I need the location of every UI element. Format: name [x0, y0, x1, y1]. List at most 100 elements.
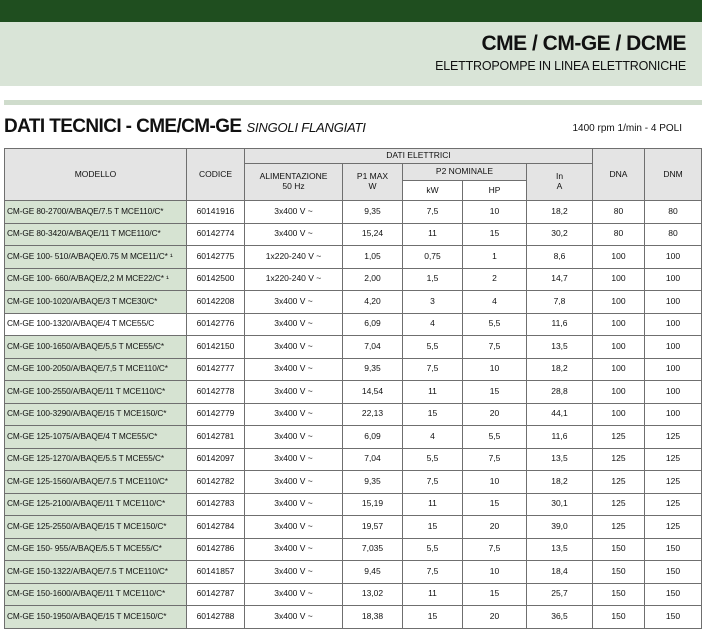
kw-cell: 7,5: [402, 357, 463, 381]
current-cell: 30,2: [526, 222, 593, 246]
kw-cell: 1,5: [402, 267, 463, 291]
p1-cell: 14,54: [342, 380, 403, 404]
hp-cell: 7,5: [462, 335, 527, 359]
dna-cell: 125: [592, 470, 645, 494]
current-cell: 25,7: [526, 582, 593, 606]
kw-cell: 15: [402, 605, 463, 629]
header-electrical-data: DATI ELETTRICI: [244, 148, 593, 164]
p1-cell: 22,13: [342, 402, 403, 426]
current-cell: 36,5: [526, 605, 593, 629]
kw-cell: 5,5: [402, 537, 463, 561]
p1-cell: 7,04: [342, 335, 403, 359]
code-cell: 60142779: [186, 402, 245, 426]
current-cell: 13,5: [526, 447, 593, 471]
p1-cell: 1,05: [342, 245, 403, 269]
header-supply: ALIMENTAZIONE 50 Hz: [244, 163, 343, 201]
header-dna: DNA: [592, 148, 645, 201]
header-p1: P1 MAX W: [342, 163, 403, 201]
dnm-cell: 150: [644, 582, 702, 606]
table-row: CM-GE 150-1950/A/BAQE/15 T MCE150/C* 6014…: [4, 605, 702, 629]
header-in-unit: A: [556, 181, 563, 191]
model-cell: CM-GE 100-1320/A/BAQE/4 T MCE55/C: [4, 312, 187, 336]
dnm-cell: 125: [644, 492, 702, 516]
section-divider: [4, 100, 702, 105]
hp-cell: 10: [462, 560, 527, 584]
dnm-cell: 100: [644, 402, 702, 426]
code-cell: 60142787: [186, 582, 245, 606]
dna-cell: 150: [592, 605, 645, 629]
current-cell: 11,6: [526, 425, 593, 449]
supply-cell: 3x400 V ~: [244, 515, 343, 539]
model-cell: CM-GE 125-1075/A/BAQE/4 T MCE55/C*: [4, 425, 187, 449]
model-cell: CM-GE 100-3290/A/BAQE/15 T MCE150/C*: [4, 402, 187, 426]
hp-cell: 15: [462, 492, 527, 516]
dnm-cell: 100: [644, 357, 702, 381]
model-cell: CM-GE 125-1270/A/BAQE/5.5 T MCE55/C*: [4, 447, 187, 471]
table-row: CM-GE 125-2100/A/BAQE/11 T MCE110/C* 6014…: [4, 492, 702, 516]
model-cell: CM-GE 100-2550/A/BAQE/11 T MCE110/C*: [4, 380, 187, 404]
code-cell: 60142774: [186, 222, 245, 246]
model-cell: CM-GE 100-1650/A/BAQE/5,5 T MCE55/C*: [4, 335, 187, 359]
supply-cell: 3x400 V ~: [244, 380, 343, 404]
code-cell: 60141857: [186, 560, 245, 584]
dnm-cell: 125: [644, 447, 702, 471]
dnm-cell: 100: [644, 245, 702, 269]
current-cell: 44,1: [526, 402, 593, 426]
p1-cell: 9,35: [342, 357, 403, 381]
dnm-cell: 125: [644, 515, 702, 539]
supply-cell: 3x400 V ~: [244, 425, 343, 449]
current-cell: 11,6: [526, 312, 593, 336]
supply-cell: 3x400 V ~: [244, 537, 343, 561]
model-cell: CM-GE 150-1950/A/BAQE/15 T MCE150/C*: [4, 605, 187, 629]
code-cell: 60142150: [186, 335, 245, 359]
dnm-cell: 80: [644, 200, 702, 224]
code-cell: 60141916: [186, 200, 245, 224]
table-row: CM-GE 150-1600/A/BAQE/11 T MCE110/C* 6014…: [4, 582, 702, 606]
dna-cell: 80: [592, 200, 645, 224]
current-cell: 18,2: [526, 470, 593, 494]
p1-cell: 4,20: [342, 290, 403, 314]
hp-cell: 15: [462, 380, 527, 404]
kw-cell: 15: [402, 402, 463, 426]
dna-cell: 150: [592, 537, 645, 561]
code-cell: 60142782: [186, 470, 245, 494]
dnm-cell: 125: [644, 425, 702, 449]
kw-cell: 11: [402, 380, 463, 404]
technical-data-table: MODELLO CODICE DATI ELETTRICI DNA DNM AL…: [4, 148, 702, 629]
table-row: CM-GE 125-1560/A/BAQE/7.5 T MCE110/C* 601…: [4, 470, 702, 494]
supply-cell: 3x400 V ~: [244, 357, 343, 381]
model-cell: CM-GE 100- 510/A/BAQE/0.75 M MCE11/C* ¹: [4, 245, 187, 269]
current-cell: 7,8: [526, 290, 593, 314]
current-cell: 14,7: [526, 267, 593, 291]
table-row: CM-GE 100- 660/A/BAQE/2,2 M MCE22/C* ¹ 60…: [4, 267, 702, 291]
kw-cell: 11: [402, 492, 463, 516]
current-cell: 28,8: [526, 380, 593, 404]
hp-cell: 1: [462, 245, 527, 269]
kw-cell: 0,75: [402, 245, 463, 269]
supply-cell: 3x400 V ~: [244, 582, 343, 606]
hp-cell: 7,5: [462, 447, 527, 471]
dna-cell: 125: [592, 492, 645, 516]
header-p2: P2 NOMINALE: [402, 163, 527, 181]
model-cell: CM-GE 100-1020/A/BAQE/3 T MCE30/C*: [4, 290, 187, 314]
hp-cell: 20: [462, 605, 527, 629]
supply-cell: 3x400 V ~: [244, 200, 343, 224]
dna-cell: 80: [592, 222, 645, 246]
hp-cell: 5,5: [462, 425, 527, 449]
current-cell: 13,5: [526, 537, 593, 561]
current-cell: 18,2: [526, 357, 593, 381]
current-cell: 8,6: [526, 245, 593, 269]
model-cell: CM-GE 80-3420/A/BAQE/11 T MCE110/C*: [4, 222, 187, 246]
kw-cell: 11: [402, 222, 463, 246]
p1-cell: 2,00: [342, 267, 403, 291]
model-cell: CM-GE 100- 660/A/BAQE/2,2 M MCE22/C* ¹: [4, 267, 187, 291]
header-kw: kW: [402, 180, 463, 201]
p1-cell: 18,38: [342, 605, 403, 629]
current-cell: 30,1: [526, 492, 593, 516]
dnm-cell: 100: [644, 380, 702, 404]
dna-cell: 150: [592, 560, 645, 584]
header-p1-unit: W: [368, 181, 377, 191]
kw-cell: 11: [402, 582, 463, 606]
code-cell: 60142786: [186, 537, 245, 561]
supply-cell: 3x400 V ~: [244, 222, 343, 246]
